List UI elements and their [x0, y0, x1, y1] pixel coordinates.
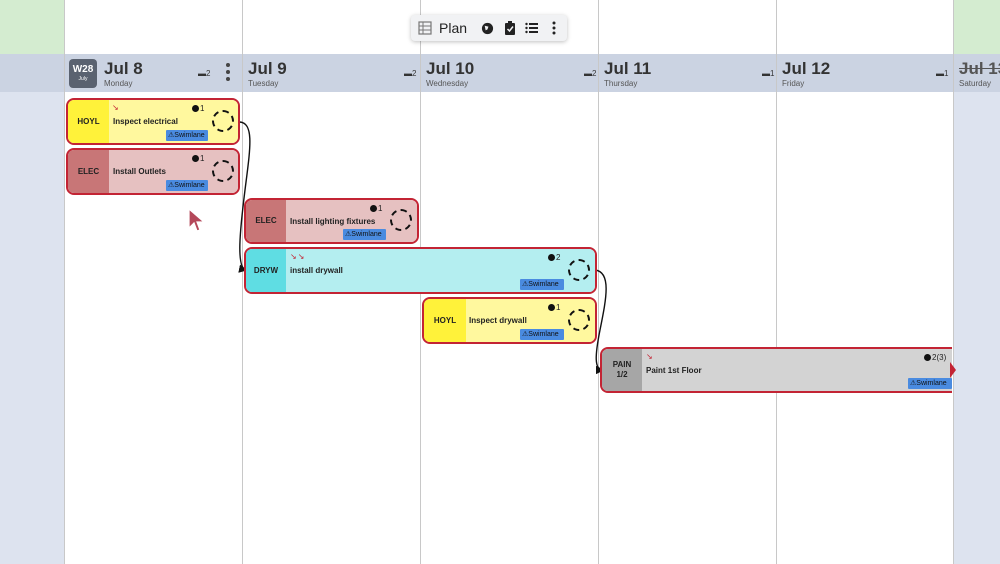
grid-line	[776, 0, 777, 564]
plan-label[interactable]: Plan	[439, 20, 467, 36]
trade-code: ELEC	[246, 200, 286, 242]
day-weekday: Saturday	[959, 79, 992, 88]
week-badge[interactable]: W28 July	[69, 59, 97, 88]
progress-ring-icon[interactable]	[568, 259, 590, 281]
day-weekday: Thursday	[604, 79, 638, 88]
task-name: install drywall	[290, 266, 343, 275]
plan-view-icon[interactable]	[417, 20, 432, 36]
constraint-flag-icon: ↘	[112, 103, 120, 112]
clipboard-check-icon[interactable]	[502, 20, 517, 36]
task-count: ▬1	[762, 69, 775, 78]
task-name: Inspect drywall	[469, 316, 527, 325]
swimlane-tag[interactable]: ⚠Swimlane	[908, 378, 952, 389]
weekend-highlight-right	[954, 0, 1000, 54]
day-header-jul-12[interactable]: Jul 12 Friday ▬1	[782, 54, 954, 92]
day-title: Jul 11	[604, 59, 652, 78]
task-count: ▬2	[584, 69, 597, 78]
task-card-install-drywall[interactable]: DRYW ↘↘ install drywall 2 ⚠Swimlane	[244, 247, 597, 294]
trade-code: HOYL	[68, 100, 109, 143]
swimlane-tag[interactable]: ⚠Swimlane	[343, 229, 386, 240]
day-header-jul-10[interactable]: Jul 10 Wednesday ▬2	[426, 54, 598, 92]
grid-line	[64, 0, 65, 564]
task-name: Install lighting fixtures	[290, 217, 376, 226]
trade-code: PAIN 1/2	[602, 349, 642, 391]
globe-icon[interactable]	[480, 20, 495, 36]
day-title: Jul 13	[959, 59, 1000, 78]
task-count: 1	[548, 303, 560, 312]
trade-code: HOYL	[424, 299, 466, 342]
week-number: W28	[72, 64, 94, 75]
task-card-inspect-drywall[interactable]: HOYL Inspect drywall 1 ⚠Swimlane	[422, 297, 597, 344]
trade-code: DRYW	[246, 249, 286, 292]
day-title: Jul 12	[782, 59, 831, 78]
task-card-paint-1st-floor[interactable]: PAIN 1/2 ↘ Paint 1st Floor 2(3) ⚠Swimlan…	[600, 347, 952, 393]
task-name: Inspect electrical	[113, 117, 178, 126]
swimlane-tag[interactable]: ⚠Swimlane	[520, 329, 564, 340]
progress-ring-icon[interactable]	[212, 160, 234, 182]
day-weekday: Wednesday	[426, 79, 469, 88]
grid-line	[598, 0, 599, 564]
task-count: ▬1	[936, 69, 949, 78]
trade-code: ELEC	[68, 150, 109, 193]
day-header-jul-9[interactable]: Jul 9 Tuesday ▬2	[248, 54, 420, 92]
task-card-install-outlets[interactable]: ELEC Install Outlets 1 ⚠Swimlane	[66, 148, 240, 195]
task-count: 1	[192, 104, 204, 113]
day-weekday: Tuesday	[248, 79, 279, 88]
day-title: Jul 10	[426, 59, 475, 78]
continues-right-icon	[950, 362, 956, 378]
task-card-inspect-electrical[interactable]: HOYL ↘ Inspect electrical 1 ⚠Swimlane	[66, 98, 240, 145]
swimlane-tag[interactable]: ⚠Swimlane	[520, 279, 564, 290]
mouse-cursor-icon	[188, 208, 206, 232]
swimlane-tag[interactable]: ⚠Swimlane	[166, 180, 208, 191]
week-month: July	[78, 76, 88, 82]
swimlane-tag[interactable]: ⚠Swimlane	[166, 130, 208, 141]
progress-ring-icon[interactable]	[212, 110, 234, 132]
trade-code-label: PAIN	[612, 360, 632, 370]
plan-toolbar: Plan	[411, 15, 567, 41]
day-title: Jul 8	[104, 59, 143, 78]
task-name: Install Outlets	[113, 167, 166, 176]
task-count: 2(3)	[924, 353, 946, 362]
day-weekday: Monday	[104, 79, 133, 88]
task-count: 1	[370, 204, 382, 213]
day-weekday: Friday	[782, 79, 805, 88]
grid-line	[242, 0, 243, 564]
weekend-highlight-left	[0, 0, 64, 54]
day-header-jul-8[interactable]: Jul 8 Monday ▬2	[104, 54, 242, 92]
task-count: ▬2	[404, 69, 417, 78]
trade-code-fraction: 1/2	[616, 370, 628, 379]
constraint-flag-icon: ↘	[646, 352, 654, 361]
left-gutter	[0, 92, 64, 564]
task-count: ▬2	[198, 69, 211, 78]
progress-ring-icon[interactable]	[390, 209, 412, 231]
task-card-install-lighting-fixtures[interactable]: ELEC Install lighting fixtures 1 ⚠Swimla…	[244, 198, 419, 244]
constraint-flag-icon: ↘↘	[290, 252, 306, 261]
list-icon[interactable]	[524, 20, 539, 36]
weekend-column	[954, 92, 1000, 564]
progress-ring-icon[interactable]	[568, 309, 590, 331]
task-count: 2	[548, 253, 560, 262]
more-vertical-icon[interactable]	[546, 20, 561, 36]
day-header-jul-11[interactable]: Jul 11 Thursday ▬1	[604, 54, 776, 92]
day-title: Jul 9	[248, 59, 287, 78]
task-name: Paint 1st Floor	[646, 366, 702, 375]
day-header-jul-13[interactable]: Jul 13 Saturday	[959, 54, 1000, 92]
task-count: 1	[192, 154, 204, 163]
